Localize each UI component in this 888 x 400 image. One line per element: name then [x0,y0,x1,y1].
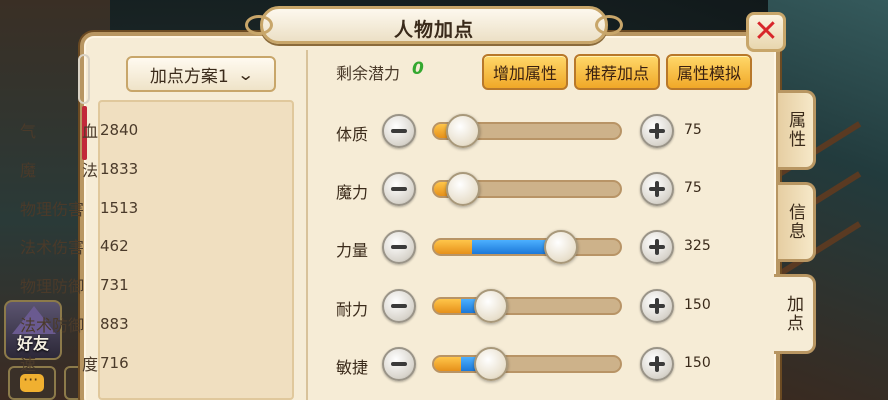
decrease-button[interactable] [382,172,416,206]
stat-row: 法术防御 883 [20,312,129,336]
slider-knob[interactable] [544,230,578,264]
stat-value: 883 [100,315,129,333]
tab-label: 加点 [783,295,803,333]
stat-name: 物理伤害 [20,200,85,219]
title-plate: 人物加点 [245,6,623,44]
stat-value: 731 [100,276,129,294]
decrease-button[interactable] [382,114,416,148]
column-divider [306,50,308,400]
stat-row: 气血 2840 [20,118,138,142]
tab-add-points[interactable]: 加点 [774,274,816,354]
attribute-label: 耐力 [336,300,369,319]
slider-fill-base [434,299,461,313]
tab-label: 信息 [785,203,805,241]
stat-value: 2840 [100,121,139,139]
potential-value: 0 [412,59,424,79]
increase-button[interactable] [640,347,674,381]
attribute-slider[interactable] [432,289,622,323]
slider-fill-base [434,357,461,371]
stat-row: 物理防御 731 [20,273,129,297]
stat-name: 魔法 [20,161,98,180]
slider-knob[interactable] [474,347,508,381]
tassel-ornament [78,44,90,164]
stat-name: 法术防御 [20,316,85,335]
add-attribute-button[interactable]: 增加属性 [482,54,568,90]
stat-row: 魔法 1833 [20,157,138,181]
tassel-knot [78,54,90,104]
stat-row: 法术伤害 462 [20,234,129,258]
slider-knob[interactable] [474,289,508,323]
close-button[interactable]: ✕ [746,12,786,52]
stat-value: 1833 [100,160,139,178]
attribute-label: 力量 [336,241,369,260]
attribute-label: 体质 [336,125,369,144]
attribute-simulate-button[interactable]: 属性模拟 [666,54,752,90]
tab-info[interactable]: 信息 [778,182,816,262]
stat-value: 1513 [100,199,139,217]
attribute-slider[interactable] [432,172,622,206]
attribute-label: 敏捷 [336,358,369,377]
attribute-slider[interactable] [432,347,622,381]
attribute-value: 325 [684,238,711,254]
attribute-value: 150 [684,297,711,313]
plus-icon [655,356,659,372]
slider-fill-base [434,240,472,254]
window-title: 人物加点 [393,19,474,41]
attribute-value: 150 [684,355,711,371]
attribute-value: 75 [684,180,702,196]
stat-value: 462 [100,237,129,255]
stat-name: 速度 [20,355,98,374]
plan-dropdown-label: 加点方案1 [149,66,229,87]
increase-button[interactable] [640,114,674,148]
increase-button[interactable] [640,172,674,206]
slider-fill [434,240,561,254]
attribute-label: 魔力 [336,183,369,202]
potential-label: 剩余潜力 [336,64,401,83]
plus-icon [655,239,659,255]
stat-name: 法术伤害 [20,238,85,257]
stat-row: 速度 716 [20,351,129,375]
plan-dropdown[interactable]: 加点方案1 ⌄ [126,56,276,92]
chevron-down-icon: ⌄ [236,64,255,84]
decrease-button[interactable] [382,347,416,381]
tab-attributes[interactable]: 属性 [778,90,816,170]
increase-button[interactable] [640,230,674,264]
plus-icon [655,298,659,314]
attribute-slider[interactable] [432,114,622,148]
tab-label: 属性 [785,111,805,149]
plus-icon [655,123,659,139]
decrease-button[interactable] [382,289,416,323]
increase-button[interactable] [640,289,674,323]
stat-value: 716 [100,354,129,372]
chat-bubble-icon [20,370,44,392]
slider-knob[interactable] [446,172,480,206]
attribute-value: 75 [684,122,702,138]
stat-name: 物理防御 [20,277,85,296]
slider-knob[interactable] [446,114,480,148]
plus-icon [655,181,659,197]
close-icon: ✕ [753,14,779,49]
attribute-slider[interactable] [432,230,622,264]
decrease-button[interactable] [382,230,416,264]
stat-row: 物理伤害 1513 [20,196,138,220]
recommend-points-button[interactable]: 推荐加点 [574,54,660,90]
stat-name: 气血 [20,122,98,141]
